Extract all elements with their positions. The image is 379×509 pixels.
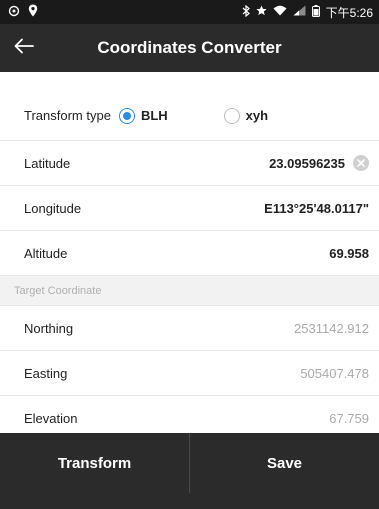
longitude-label: Longitude <box>24 200 82 216</box>
latitude-row[interactable]: Latitude 23.09596235 <box>0 141 379 186</box>
target-coordinate-header: Target Coordinate <box>0 276 379 306</box>
radio-label-xyh: xyh <box>245 108 269 123</box>
radio-label-blh: BLH <box>140 108 168 123</box>
easting-label: Easting <box>24 365 68 381</box>
status-bar: 下午5:26 <box>0 0 379 24</box>
radio-option-xyh[interactable]: xyh <box>223 107 269 124</box>
altitude-row[interactable]: Altitude 69.958 <box>0 231 379 276</box>
latitude-label: Latitude <box>24 155 71 171</box>
save-button[interactable]: Save <box>190 433 379 493</box>
easting-row: Easting 505407.478 <box>0 351 379 396</box>
signal-icon <box>293 5 306 19</box>
altitude-input[interactable]: 69.958 <box>329 246 369 261</box>
longitude-input[interactable]: E113°25'48.0117" <box>264 201 369 216</box>
page-title: Coordinates Converter <box>97 38 282 57</box>
app-bar: Coordinates Converter <box>0 24 379 72</box>
radio-checked-icon <box>118 107 135 124</box>
status-right: 下午5:26 <box>242 4 373 21</box>
wifi-icon <box>273 5 287 19</box>
battery-icon <box>311 4 320 20</box>
radio-unchecked-icon <box>223 107 240 124</box>
easting-value: 505407.478 <box>300 365 369 381</box>
clear-icon[interactable] <box>353 155 369 171</box>
elevation-label: Elevation <box>24 410 78 426</box>
bottom-action-bar: Transform Save <box>0 433 379 509</box>
status-left <box>8 4 38 20</box>
transform-type-radio-group: BLH xyh <box>118 107 269 124</box>
camera-icon <box>8 5 20 20</box>
altitude-label: Altitude <box>24 245 68 261</box>
location-pin-icon <box>28 4 38 20</box>
elevation-value: 67.759 <box>329 410 369 426</box>
northing-label: Northing <box>24 320 74 336</box>
back-button[interactable] <box>0 24 48 72</box>
back-arrow-icon <box>14 38 34 59</box>
status-time: 下午5:26 <box>325 5 373 20</box>
latitude-input[interactable]: 23.09596235 <box>269 156 345 171</box>
transform-type-label: Transform type <box>24 108 111 123</box>
radio-option-blh[interactable]: BLH <box>118 107 168 124</box>
transform-type-row: Transform type BLH xyh <box>0 91 379 141</box>
transform-button[interactable]: Transform <box>0 433 189 493</box>
northing-row: Northing 2531142.912 <box>0 306 379 351</box>
converter-form: Transform type BLH xyh Latitude 23.09596… <box>0 91 379 441</box>
longitude-row[interactable]: Longitude E113°25'48.0117" <box>0 186 379 231</box>
bluetooth-icon <box>242 4 250 20</box>
latitude-value[interactable]: 23.09596235 <box>269 155 369 171</box>
northing-value: 2531142.912 <box>294 320 369 336</box>
star-icon <box>256 5 267 19</box>
